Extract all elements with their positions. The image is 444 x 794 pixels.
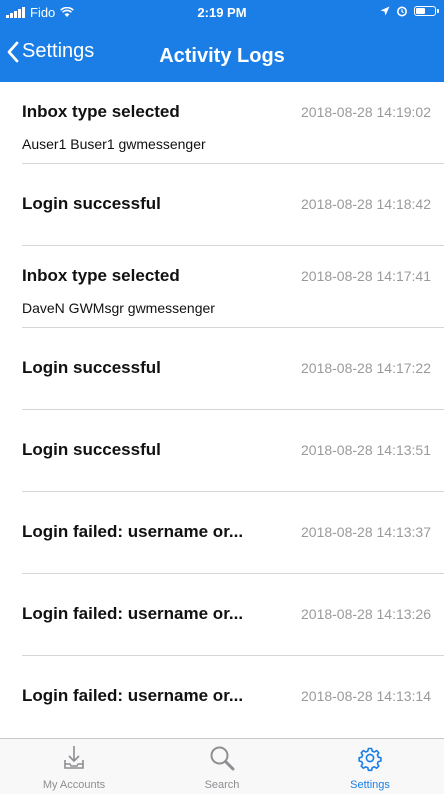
status-time: 2:19 PM	[197, 5, 247, 20]
battery-icon	[414, 6, 439, 16]
log-entry-title: Login successful	[22, 440, 161, 459]
nav-bar: Settings Activity Logs	[0, 32, 444, 82]
log-entry-timestamp: 2018-08-28 14:17:22	[301, 360, 431, 376]
log-entry[interactable]: Login failed: username or... 2018-08-28 …	[0, 492, 444, 574]
log-entry[interactable]: Inbox type selected Auser1 Buser1 gwmess…	[0, 82, 444, 164]
log-entry-title: Login successful	[22, 194, 161, 213]
tab-bar: My Accounts Search Settings	[0, 738, 444, 794]
tab-settings[interactable]: Settings	[296, 739, 444, 794]
tab-label: Search	[204, 779, 240, 791]
log-entry-title: Inbox type selected	[22, 266, 180, 285]
log-entry[interactable]: Login failed: username or... 2018-08-28 …	[0, 574, 444, 656]
log-entry[interactable]: Inbox type selected DaveN GWMsgr gwmesse…	[0, 246, 444, 328]
log-entry-title: Login failed: username or...	[22, 522, 244, 541]
log-entry-timestamp: 2018-08-28 14:18:42	[301, 196, 431, 212]
log-entry[interactable]: Login successful 2018-08-28 14:18:42	[0, 164, 444, 246]
log-entry-timestamp: 2018-08-28 14:19:02	[301, 104, 431, 120]
log-entry-detail: Auser1 Buser1 gwmessenger	[22, 136, 206, 152]
page-title: Activity Logs	[159, 45, 285, 67]
log-entry-timestamp: 2018-08-28 14:13:37	[301, 524, 431, 540]
tab-label: My Accounts	[42, 779, 106, 791]
log-entry-timestamp: 2018-08-28 14:13:51	[301, 442, 431, 458]
log-entry-timestamp: 2018-08-28 14:13:26	[301, 606, 431, 622]
log-entry-detail: DaveN GWMsgr gwmessenger	[22, 300, 215, 316]
status-bar: Fido 2:19 PM	[0, 0, 444, 26]
tab-search[interactable]: Search	[148, 739, 296, 794]
location-arrow-icon	[380, 6, 390, 16]
log-entry-title: Login failed: username or...	[22, 686, 244, 705]
tab-my-accounts[interactable]: My Accounts	[0, 739, 148, 794]
tab-label: Settings	[350, 779, 390, 791]
activity-logs-screen: Fido 2:19 PM Settings Activity Logs Inbo…	[0, 0, 444, 794]
activity-log-list: Inbox type selected Auser1 Buser1 gwmess…	[0, 82, 444, 738]
log-entry-title: Login failed: username or...	[22, 604, 244, 623]
log-entry-timestamp: 2018-08-28 14:13:14	[301, 688, 431, 704]
download-tray-icon	[64, 746, 84, 769]
log-entry[interactable]: Login failed: username or... 2018-08-28 …	[0, 656, 444, 738]
log-entry-title: Inbox type selected	[22, 102, 180, 121]
gear-icon	[358, 747, 382, 772]
battery-level-fill	[416, 8, 425, 14]
log-entry-title: Login successful	[22, 358, 161, 377]
log-entry-timestamp: 2018-08-28 14:17:41	[301, 268, 431, 284]
magnifier-icon	[210, 746, 235, 771]
log-entry[interactable]: Login successful 2018-08-28 14:17:22	[0, 328, 444, 410]
header: Fido 2:19 PM Settings Activity Logs	[0, 0, 444, 82]
log-entry[interactable]: Login successful 2018-08-28 14:13:51	[0, 410, 444, 492]
alarm-icon	[397, 6, 407, 17]
status-right	[380, 5, 439, 17]
